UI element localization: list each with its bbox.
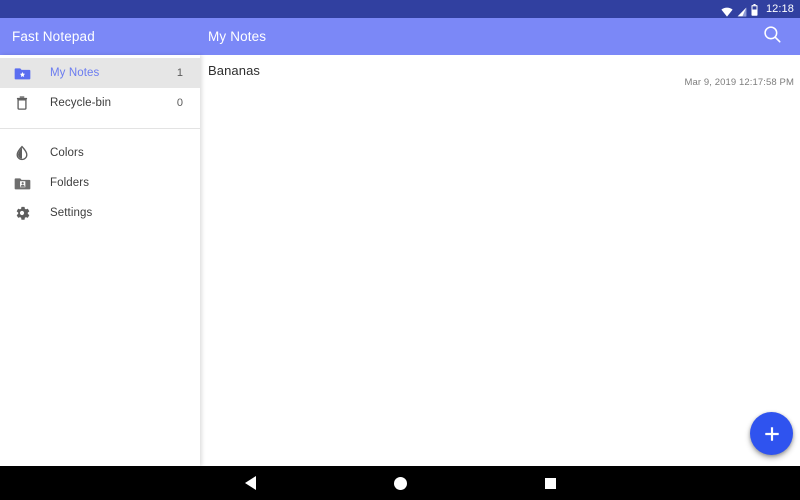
recents-button[interactable] <box>475 466 625 500</box>
sidebar-item-settings[interactable]: Settings <box>0 198 200 228</box>
drawer-divider <box>0 128 200 129</box>
sidebar-item-recycle-bin[interactable]: Recycle-bin 0 <box>0 88 200 118</box>
status-bar-clock: 12:18 <box>765 2 794 15</box>
home-button[interactable] <box>325 466 475 500</box>
app-title: Fast Notepad <box>12 29 95 44</box>
page-title: My Notes <box>208 29 267 44</box>
folder-account-icon <box>13 174 31 192</box>
sidebar-item-label: Settings <box>50 207 93 219</box>
notes-list: Bananas Mar 9, 2019 12:17:58 PM <box>200 55 800 466</box>
status-bar: 12:18 <box>0 0 800 18</box>
add-note-fab[interactable] <box>750 412 793 455</box>
sidebar-item-folders[interactable]: Folders <box>0 168 200 198</box>
system-navigation-bar <box>0 466 800 500</box>
back-icon <box>244 476 256 490</box>
home-icon <box>393 476 407 490</box>
navigation-drawer: My Notes 1 Recycle-bin 0 Colors Folders … <box>0 55 200 466</box>
opacity-icon <box>13 144 31 162</box>
gear-icon <box>13 204 31 222</box>
sidebar-item-count: 1 <box>176 67 183 79</box>
signal-icon <box>737 4 747 17</box>
list-item[interactable]: Bananas Mar 9, 2019 12:17:58 PM <box>200 55 800 101</box>
sidebar-item-label: My Notes <box>50 67 100 79</box>
battery-icon <box>751 3 758 16</box>
app-screen: 12:18 Fast Notepad My Notes My Notes 1 R… <box>0 0 800 500</box>
back-button[interactable] <box>175 466 325 500</box>
sidebar-item-count: 0 <box>176 97 183 109</box>
folder-star-icon <box>13 64 31 82</box>
recents-icon <box>544 477 556 489</box>
sidebar-item-label: Colors <box>50 147 84 159</box>
status-bar-icons: 12:18 <box>721 2 794 17</box>
drawer-item-list: My Notes 1 Recycle-bin 0 Colors Folders … <box>0 55 200 228</box>
search-button[interactable] <box>754 18 790 55</box>
wifi-icon <box>721 4 733 17</box>
drawer-header: Fast Notepad <box>0 18 200 55</box>
sidebar-item-label: Recycle-bin <box>50 97 112 109</box>
search-icon <box>763 25 782 49</box>
note-timestamp: Mar 9, 2019 12:17:58 PM <box>684 77 794 88</box>
app-bar-main: My Notes <box>200 18 800 55</box>
plus-icon <box>762 424 782 444</box>
sidebar-item-my-notes[interactable]: My Notes 1 <box>0 58 200 88</box>
trash-icon <box>13 94 31 112</box>
sidebar-item-label: Folders <box>50 177 90 189</box>
sidebar-item-colors[interactable]: Colors <box>0 138 200 168</box>
note-title: Bananas <box>208 63 261 78</box>
